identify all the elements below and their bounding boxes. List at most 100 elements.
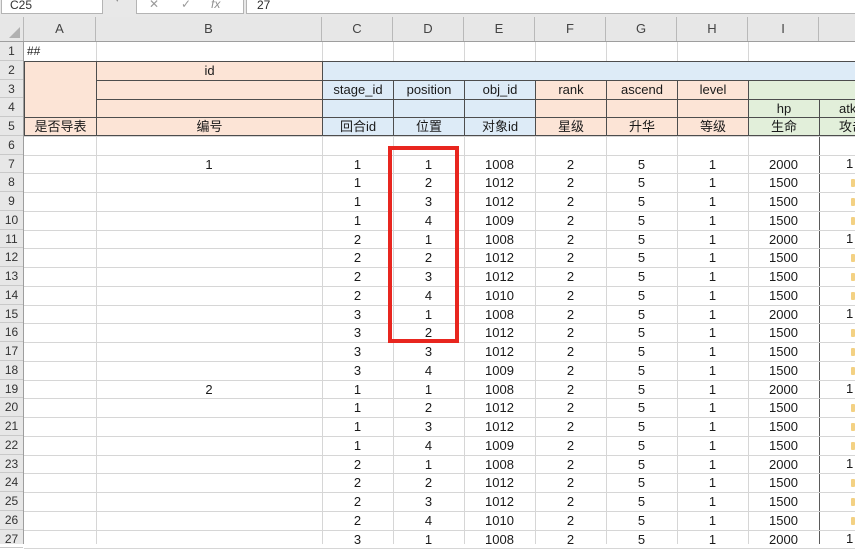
cell-J15-clipped[interactable]: 1 [846, 305, 855, 324]
cell-G13[interactable]: 5 [606, 267, 677, 286]
header-position-cn[interactable]: 位置 [393, 117, 464, 136]
row-header-10[interactable]: 10 [0, 211, 23, 230]
row-header-12[interactable]: 12 [0, 248, 23, 267]
cell-I19[interactable]: 2000 [748, 380, 819, 399]
row-header-22[interactable]: 22 [0, 436, 23, 455]
cell-J11-clipped[interactable]: 1 [846, 230, 855, 249]
cell-J19-clipped[interactable]: 1 [846, 380, 855, 399]
cell-I25[interactable]: 1500 [748, 492, 819, 511]
cell-J7-clipped[interactable]: 1 [846, 155, 855, 174]
cell-C15[interactable]: 3 [322, 305, 393, 324]
row-header-8[interactable]: 8 [0, 173, 23, 192]
cell-I23[interactable]: 2000 [748, 455, 819, 474]
cell-G12[interactable]: 5 [606, 248, 677, 267]
cell-F20[interactable]: 2 [535, 398, 606, 417]
cell-J18-clipped-accent[interactable] [851, 367, 855, 375]
row-header-6[interactable]: 6 [0, 136, 23, 155]
row-header-7[interactable]: 7 [0, 155, 23, 174]
cell-D27[interactable]: 1 [393, 530, 464, 549]
cell-J20-clipped-accent[interactable] [851, 404, 855, 412]
cell-I8[interactable]: 1500 [748, 173, 819, 192]
row-header-18[interactable]: 18 [0, 361, 23, 380]
row-header-26[interactable]: 26 [0, 511, 23, 530]
header-number[interactable]: 编号 [96, 117, 322, 136]
row-header-21[interactable]: 21 [0, 417, 23, 436]
header-stage-id[interactable]: stage_id [322, 80, 393, 99]
row-header-4[interactable]: 4 [0, 98, 23, 117]
cell-F7[interactable]: 2 [535, 155, 606, 174]
cell-B7[interactable]: 1 [96, 155, 322, 174]
cell-D22[interactable]: 4 [393, 436, 464, 455]
cell-I12[interactable]: 1500 [748, 248, 819, 267]
header-cell-B3[interactable] [96, 80, 322, 99]
header-level-cn[interactable]: 等级 [677, 117, 748, 136]
header-rank[interactable]: rank [535, 80, 606, 99]
cell-H12[interactable]: 1 [677, 248, 748, 267]
row-header-5[interactable]: 5 [0, 117, 23, 136]
cell-J10-clipped-accent[interactable] [851, 217, 855, 225]
cell-I15[interactable]: 2000 [748, 305, 819, 324]
cell-J13-clipped-accent[interactable] [851, 273, 855, 281]
cell-I10[interactable]: 1500 [748, 211, 819, 230]
cell-E15[interactable]: 1008 [464, 305, 535, 324]
header-merged-A2-A4[interactable] [24, 61, 96, 117]
cell-H16[interactable]: 1 [677, 323, 748, 342]
cell-J12-clipped-accent[interactable] [851, 254, 855, 262]
column-header-E[interactable]: E [464, 17, 535, 41]
cell-F17[interactable]: 2 [535, 342, 606, 361]
cell-H25[interactable]: 1 [677, 492, 748, 511]
cell-C22[interactable]: 1 [322, 436, 393, 455]
cell-I20[interactable]: 1500 [748, 398, 819, 417]
header-hp[interactable]: hp [748, 99, 819, 117]
cell-C18[interactable]: 3 [322, 361, 393, 380]
cell-H14[interactable]: 1 [677, 286, 748, 305]
header-atk-cn[interactable]: 攻击 [819, 117, 855, 136]
cell-G26[interactable]: 5 [606, 511, 677, 530]
cell-C19[interactable]: 1 [322, 380, 393, 399]
cell-I16[interactable]: 1500 [748, 323, 819, 342]
cell-H9[interactable]: 1 [677, 192, 748, 211]
cell-F24[interactable]: 2 [535, 473, 606, 492]
row-header-17[interactable]: 17 [0, 342, 23, 361]
header-export-flag[interactable]: 是否导表 [24, 117, 96, 136]
cell-F14[interactable]: 2 [535, 286, 606, 305]
cell-D24[interactable]: 2 [393, 473, 464, 492]
header-atk[interactable]: atk [819, 99, 855, 117]
cell-I22[interactable]: 1500 [748, 436, 819, 455]
column-header-A[interactable]: A [24, 17, 96, 41]
cell-D17[interactable]: 3 [393, 342, 464, 361]
cell-J23-clipped[interactable]: 1 [846, 455, 855, 474]
cell-C7[interactable]: 1 [322, 155, 393, 174]
enter-icon[interactable]: ✓ [181, 0, 191, 11]
cell-A1[interactable]: ## [27, 42, 40, 61]
cell-G24[interactable]: 5 [606, 473, 677, 492]
row-header-23[interactable]: 23 [0, 455, 23, 474]
cell-C21[interactable]: 1 [322, 417, 393, 436]
cell-H15[interactable]: 1 [677, 305, 748, 324]
cell-C23[interactable]: 2 [322, 455, 393, 474]
cell-G25[interactable]: 5 [606, 492, 677, 511]
cell-G17[interactable]: 5 [606, 342, 677, 361]
header-round-id[interactable]: 回合id [322, 117, 393, 136]
cell-G14[interactable]: 5 [606, 286, 677, 305]
header-cell-F4[interactable] [535, 99, 606, 117]
row-header-11[interactable]: 11 [0, 230, 23, 249]
row-header-15[interactable]: 15 [0, 305, 23, 324]
column-header-B[interactable]: B [96, 17, 322, 41]
cell-F21[interactable]: 2 [535, 417, 606, 436]
row-header-3[interactable]: 3 [0, 80, 23, 99]
cell-H22[interactable]: 1 [677, 436, 748, 455]
cell-E17[interactable]: 1012 [464, 342, 535, 361]
cell-F15[interactable]: 2 [535, 305, 606, 324]
cell-D25[interactable]: 3 [393, 492, 464, 511]
cell-F22[interactable]: 2 [535, 436, 606, 455]
cell-G15[interactable]: 5 [606, 305, 677, 324]
column-header-F[interactable]: F [535, 17, 606, 41]
cell-H11[interactable]: 1 [677, 230, 748, 249]
row-header-16[interactable]: 16 [0, 323, 23, 342]
cell-E20[interactable]: 1012 [464, 398, 535, 417]
cell-G18[interactable]: 5 [606, 361, 677, 380]
cell-B19[interactable]: 2 [96, 380, 322, 399]
cell-C14[interactable]: 2 [322, 286, 393, 305]
cell-E25[interactable]: 1012 [464, 492, 535, 511]
